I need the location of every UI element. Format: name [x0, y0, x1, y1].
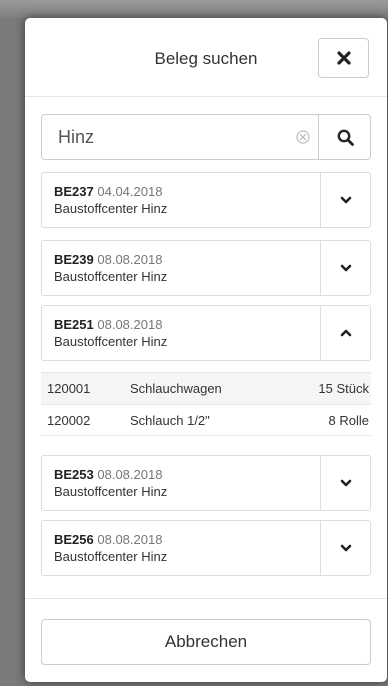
receipt-date: 08.08.2018	[97, 467, 163, 482]
expand-button[interactable]	[320, 241, 370, 295]
receipt-customer: Baustoffcenter Hinz	[54, 201, 168, 216]
search-field-group	[41, 114, 371, 160]
search-input[interactable]	[42, 115, 318, 159]
receipt-info: BE237 04.04.2018 Baustoffcenter Hinz	[54, 183, 167, 217]
receipt-item[interactable]: BE239 08.08.2018 Baustoffcenter Hinz	[41, 240, 371, 296]
table-row: 120002 Schlauch 1/2" 8 Rolle	[41, 404, 371, 436]
receipt-customer: Baustoffcenter Hinz	[54, 484, 168, 499]
article-description: Schlauch 1/2"	[130, 413, 210, 428]
receipt-item[interactable]: BE237 04.04.2018 Baustoffcenter Hinz	[41, 172, 371, 228]
table-row: 120001 Schlauchwagen 15 Stück	[41, 372, 371, 404]
receipt-id: BE237	[54, 184, 94, 199]
expand-button[interactable]	[320, 173, 370, 227]
receipt-id: BE256	[54, 532, 94, 547]
receipt-date: 08.08.2018	[97, 252, 163, 267]
receipt-item-expanded[interactable]: BE251 08.08.2018 Baustoffcenter Hinz	[41, 305, 371, 361]
expand-button[interactable]	[320, 521, 370, 575]
article-number: 120001	[47, 381, 91, 396]
modal-footer: Abbrechen	[25, 598, 387, 682]
close-button[interactable]	[318, 38, 369, 78]
receipt-info: BE256 08.08.2018 Baustoffcenter Hinz	[54, 531, 167, 565]
article-description: Schlauchwagen	[130, 381, 222, 396]
receipt-item[interactable]: BE256 08.08.2018 Baustoffcenter Hinz	[41, 520, 371, 576]
search-icon	[337, 129, 354, 146]
receipt-info: BE253 08.08.2018 Baustoffcenter Hinz	[54, 466, 167, 500]
receipt-date: 08.08.2018	[97, 532, 163, 547]
close-icon	[336, 51, 351, 65]
receipt-id: BE239	[54, 252, 94, 267]
chevron-down-icon	[340, 544, 351, 552]
article-quantity: 15 Stück	[318, 381, 369, 396]
search-receipt-modal: Beleg suchen BE237 04.04.2018 Baustoff	[25, 18, 387, 682]
receipt-info: BE251 08.08.2018 Baustoffcenter Hinz	[54, 316, 167, 350]
chevron-down-icon	[340, 264, 351, 272]
article-quantity: 8 Rolle	[328, 413, 369, 428]
chevron-down-icon	[340, 479, 351, 487]
receipt-customer: Baustoffcenter Hinz	[54, 334, 168, 349]
cancel-button[interactable]: Abbrechen	[41, 619, 371, 665]
clear-input-icon[interactable]	[296, 130, 310, 144]
expand-button[interactable]	[320, 456, 370, 510]
receipt-id: BE253	[54, 467, 94, 482]
receipt-customer: Baustoffcenter Hinz	[54, 269, 168, 284]
modal-header: Beleg suchen	[25, 18, 387, 97]
article-number: 120002	[47, 413, 91, 428]
receipt-info: BE239 08.08.2018 Baustoffcenter Hinz	[54, 251, 167, 285]
receipt-date: 04.04.2018	[97, 184, 163, 199]
collapse-button[interactable]	[320, 306, 370, 360]
receipt-item[interactable]: BE253 08.08.2018 Baustoffcenter Hinz	[41, 455, 371, 511]
receipt-customer: Baustoffcenter Hinz	[54, 549, 168, 564]
receipt-id: BE251	[54, 317, 94, 332]
background-backdrop	[0, 0, 388, 18]
receipt-detail-table: 120001 Schlauchwagen 15 Stück 120002 Sch…	[41, 372, 371, 436]
chevron-down-icon	[340, 196, 351, 204]
search-button[interactable]	[318, 115, 371, 159]
receipt-date: 08.08.2018	[97, 317, 163, 332]
chevron-up-icon	[340, 329, 351, 337]
